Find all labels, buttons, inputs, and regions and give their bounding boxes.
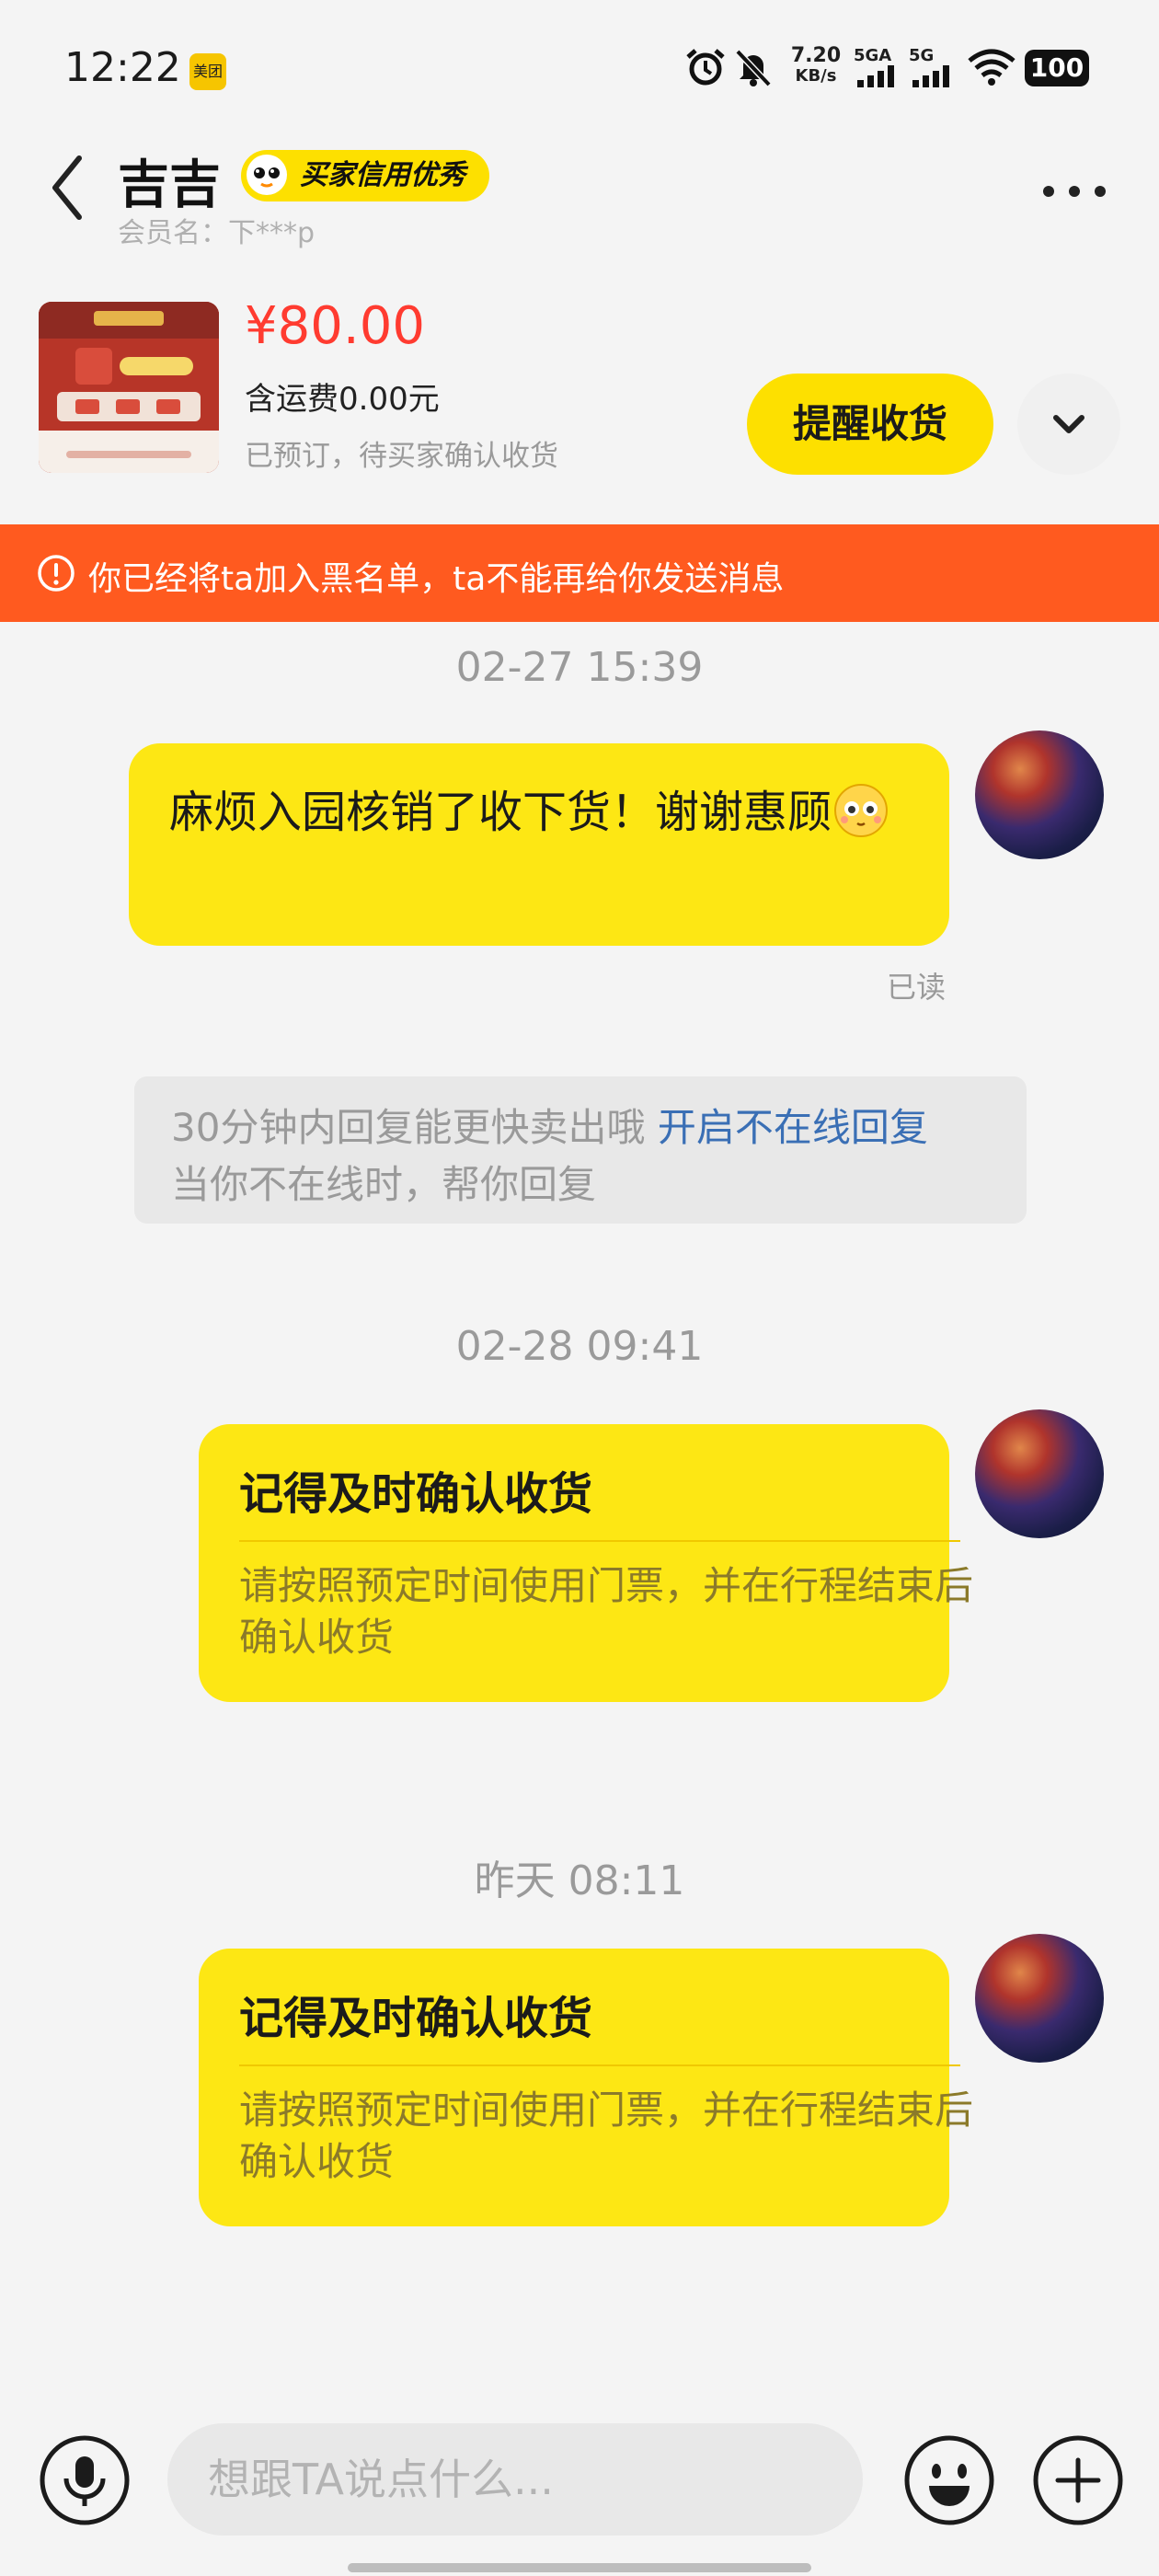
status-time: 12:22 xyxy=(64,44,181,91)
speed-value: 7.20 xyxy=(790,44,842,67)
product-thumbnail[interactable] xyxy=(39,302,219,473)
speed-unit: KB/s xyxy=(795,66,837,86)
remind-receipt-button[interactable]: 提醒收货 xyxy=(747,374,993,475)
banner-text: 你已经将ta加入黑名单，ta不能再给你发送消息 xyxy=(88,560,785,598)
card-title: 记得及时确认收货 xyxy=(239,1993,593,2044)
signal-5g-label: 5G xyxy=(909,46,935,65)
voice-input-icon[interactable] xyxy=(37,2432,132,2528)
card-divider xyxy=(239,1540,960,1542)
home-indicator[interactable] xyxy=(348,2563,811,2572)
tip-line1: 30分钟内回复能更快卖出哦 开启不在线回复 xyxy=(171,1097,928,1153)
emoji-icon[interactable] xyxy=(901,2432,997,2528)
signal-5ga-icon: 5GA xyxy=(854,46,898,91)
blacklist-banner: 你已经将ta加入黑名单，ta不能再给你发送消息 xyxy=(0,524,1159,622)
contact-name[interactable]: 吉吉 xyxy=(118,144,221,218)
card-title: 记得及时确认收货 xyxy=(239,1468,593,1520)
signal-5g-icon: 5G xyxy=(909,46,953,91)
avatar[interactable] xyxy=(975,1934,1104,2063)
product-image xyxy=(39,302,219,473)
more-options-icon[interactable] xyxy=(1039,180,1109,202)
wifi-icon xyxy=(968,49,1016,86)
member-name-label: 会员名：下***p xyxy=(118,217,316,249)
message-timestamp: 昨天 08:11 xyxy=(474,1857,685,1904)
mute-bell-icon xyxy=(735,49,772,86)
confirm-receipt-card[interactable]: 记得及时确认收货 请按照预定时间使用门票，并在行程结束后确认收货 xyxy=(199,1949,973,2226)
plus-icon[interactable] xyxy=(1030,2432,1126,2528)
credit-face-icon xyxy=(247,155,287,195)
tip-text: 30分钟内回复能更快卖出哦 xyxy=(171,1105,646,1150)
message-text: 麻烦入园核销了收下货！谢谢惠顾 xyxy=(169,776,924,848)
message-timestamp: 02-28 09:41 xyxy=(455,1323,704,1370)
confirm-receipt-card[interactable]: 记得及时确认收货 请按照预定时间使用门票，并在行程结束后确认收货 xyxy=(199,1424,973,1702)
signal-bars-icon xyxy=(857,65,894,87)
message-input[interactable] xyxy=(167,2423,863,2536)
read-status: 已读 xyxy=(887,970,947,1005)
product-price: ¥80.00 xyxy=(245,296,425,356)
app-badge-icon: 美团 xyxy=(189,53,226,90)
avatar[interactable] xyxy=(975,1409,1104,1538)
message-text-content: 麻烦入园核销了收下货！谢谢惠顾 xyxy=(169,787,832,838)
battery-icon: 100 xyxy=(1025,50,1089,86)
enable-offline-reply-link[interactable]: 开启不在线回复 xyxy=(658,1105,928,1150)
avatar[interactable] xyxy=(975,730,1104,859)
order-status: 已预订，待买家确认收货 xyxy=(245,440,558,473)
card-body: 请按照预定时间使用门票，并在行程结束后确认收货 xyxy=(239,2087,974,2184)
alarm-icon xyxy=(686,49,725,86)
network-speed: 7.20 KB/s xyxy=(784,46,848,86)
auto-reply-tip: 30分钟内回复能更快卖出哦 开启不在线回复 当你不在线时，帮你回复 xyxy=(134,1076,1027,1224)
warning-icon xyxy=(38,555,75,592)
message-bubble[interactable]: 麻烦入园核销了收下货！谢谢惠顾 xyxy=(129,743,949,946)
back-arrow-icon[interactable] xyxy=(48,153,85,223)
message-timestamp: 02-27 15:39 xyxy=(455,644,704,691)
card-divider xyxy=(239,2064,960,2066)
shipping-fee: 含运费0.00元 xyxy=(245,381,440,418)
smile-emoji-icon xyxy=(834,784,889,837)
signal-bars-icon xyxy=(912,65,949,87)
signal-5ga-label: 5GA xyxy=(854,46,892,65)
chevron-down-icon xyxy=(1053,415,1084,433)
expand-button[interactable] xyxy=(1017,374,1120,475)
card-body: 请按照预定时间使用门票，并在行程结束后确认收货 xyxy=(239,1563,974,1660)
tip-line2: 当你不在线时，帮你回复 xyxy=(171,1162,597,1207)
